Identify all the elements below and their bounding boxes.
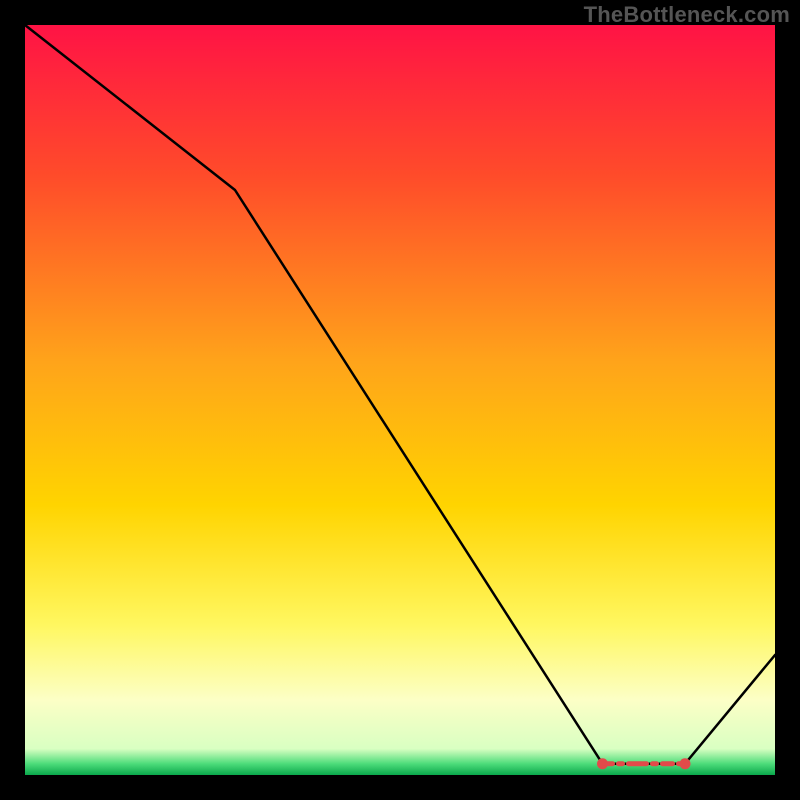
optimal-band-start-marker (597, 758, 608, 769)
optimal-band-end-marker (680, 758, 691, 769)
chart-stage: TheBottleneck.com (0, 0, 800, 800)
chart-svg (25, 25, 775, 775)
gradient-background (25, 25, 775, 775)
chart-plot-area (25, 25, 775, 775)
watermark-text: TheBottleneck.com (584, 2, 790, 28)
